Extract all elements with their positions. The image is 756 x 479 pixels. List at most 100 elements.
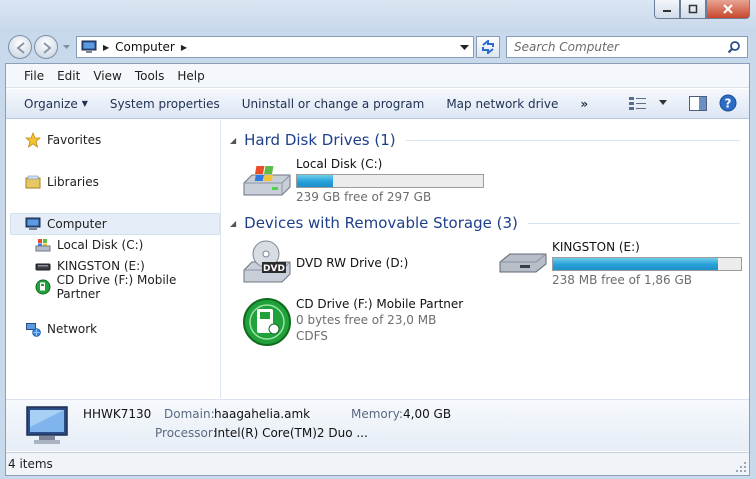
details-pane: HHWK7130 Domain: haagahelia.amk Memory: … [6, 399, 749, 451]
drive-c[interactable]: Local Disk (C:) 239 GB free of 297 GB [242, 157, 512, 205]
memory-value: 4,00 GB [403, 407, 452, 421]
dvd-drive-icon: DVD [243, 240, 291, 283]
computer-icon [81, 40, 97, 53]
more-commands-label: » [580, 96, 589, 111]
refresh-icon [482, 40, 494, 54]
nav-item-network[interactable]: Network [24, 319, 97, 339]
svg-text:DVD: DVD [263, 264, 285, 274]
navigation-pane: Favorites Libraries Computer Local Disk … [6, 120, 221, 398]
menu-edit[interactable]: Edit [51, 69, 86, 83]
libraries-icon [24, 174, 42, 190]
drive-e[interactable]: KINGSTON (E:) 238 MB free of 1,86 GB [498, 240, 748, 288]
group-header-hard-disks[interactable]: ◢ Hard Disk Drives (1) [230, 130, 740, 150]
network-icon [24, 321, 42, 337]
item-count: 4 items [8, 457, 53, 471]
nav-item-local-disk[interactable]: Local Disk (C:) [34, 235, 143, 255]
mobile-partner-icon [243, 298, 291, 346]
drive-d-name: DVD RW Drive (D:) [296, 256, 409, 270]
collapse-triangle-icon[interactable]: ◢ [230, 219, 236, 228]
view-options-dropdown-icon[interactable] [659, 100, 667, 106]
change-view-icon[interactable] [629, 96, 647, 110]
nav-label-libraries: Libraries [47, 175, 99, 189]
drive-c-usage-bar [296, 174, 484, 188]
group-header-removable[interactable]: ◢ Devices with Removable Storage (3) [230, 213, 740, 233]
window-controls [654, 0, 750, 20]
breadcrumb-computer[interactable]: Computer [115, 40, 175, 54]
nav-item-cd-drive[interactable]: CD Drive (F:) Mobile Partner [34, 273, 220, 301]
address-row: ▶ Computer ▶ [0, 32, 756, 62]
group-divider [405, 139, 740, 141]
forward-button[interactable] [34, 35, 58, 59]
nav-item-computer[interactable]: Computer [24, 214, 107, 234]
usb-drive-icon [34, 258, 52, 274]
menu-help[interactable]: Help [171, 69, 210, 83]
drive-e-usage-fill [553, 258, 718, 270]
svg-text:?: ? [725, 97, 732, 111]
processor-value: Intel(R) Core(TM)2 Duo ... [214, 426, 368, 440]
menu-view[interactable]: View [87, 69, 127, 83]
collapse-triangle-icon[interactable]: ◢ [230, 136, 236, 145]
nav-label-local-disk: Local Disk (C:) [57, 238, 144, 252]
help-icon[interactable]: ? [719, 94, 737, 112]
chevron-down-icon: ▼ [81, 99, 88, 108]
drive-f-name: CD Drive (F:) Mobile Partner [296, 297, 464, 311]
group-title-removable: Devices with Removable Storage (3) [244, 214, 518, 232]
system-properties-label: System properties [109, 96, 220, 111]
drive-e-free-space: 238 MB free of 1,86 GB [552, 273, 693, 287]
breadcrumb-separator-icon[interactable]: ▶ [103, 43, 109, 52]
more-commands-button[interactable]: » [569, 97, 599, 111]
command-bar: Organize ▼ System properties Uninstall o… [6, 89, 749, 119]
address-bar[interactable]: ▶ Computer ▶ [76, 36, 474, 58]
drive-e-usage-bar [552, 257, 742, 271]
domain-label: Domain: [164, 407, 215, 421]
minimize-button[interactable] [654, 0, 680, 19]
drive-d[interactable]: DVD DVD RW Drive (D:) [242, 240, 472, 288]
nav-item-libraries[interactable]: Libraries [24, 172, 99, 192]
drive-f[interactable]: CD Drive (F:) Mobile Partner 0 bytes fre… [242, 297, 482, 353]
menu-bar: File Edit View Tools Help [6, 64, 749, 88]
organize-label: Organize [24, 96, 78, 111]
mobile-partner-icon [34, 279, 52, 295]
breadcrumb-separator-icon[interactable]: ▶ [181, 43, 187, 52]
address-dropdown-icon[interactable] [460, 44, 469, 51]
uninstall-program-button[interactable]: Uninstall or change a program [231, 97, 436, 111]
search-icon[interactable] [727, 40, 741, 54]
maximize-button[interactable] [680, 0, 706, 19]
nav-label-computer: Computer [47, 217, 107, 231]
status-bar: 4 items [6, 452, 749, 475]
preview-pane-icon[interactable] [689, 95, 707, 111]
search-box[interactable] [506, 36, 748, 58]
refresh-button[interactable] [476, 36, 500, 58]
domain-value: haagahelia.amk [214, 407, 311, 421]
close-icon [723, 4, 733, 14]
organize-button[interactable]: Organize ▼ [6, 97, 99, 111]
map-network-drive-label: Map network drive [446, 96, 559, 111]
computer-name: HHWK7130 [83, 407, 152, 421]
maximize-icon [688, 4, 698, 14]
drive-c-name: Local Disk (C:) [296, 157, 383, 171]
memory-label: Memory: [351, 407, 403, 421]
nav-label-cd-drive: CD Drive (F:) Mobile Partner [56, 273, 177, 301]
explorer-window: File Edit View Tools Help Organize ▼ Sys… [5, 63, 750, 476]
hard-disk-icon [243, 166, 291, 196]
usb-drive-icon [499, 253, 547, 273]
minimize-icon [663, 10, 671, 12]
drive-c-usage-fill [297, 175, 334, 187]
search-input[interactable] [507, 37, 717, 57]
nav-item-favorites[interactable]: Favorites [24, 130, 101, 150]
drive-f-free-space: 0 bytes free of 23,0 MB [296, 313, 437, 327]
drive-e-name: KINGSTON (E:) [552, 240, 640, 254]
forward-arrow-icon [43, 42, 52, 54]
uninstall-program-label: Uninstall or change a program [241, 96, 425, 111]
close-button[interactable] [706, 0, 750, 19]
group-title-hard-disks: Hard Disk Drives (1) [244, 131, 396, 149]
map-network-drive-button[interactable]: Map network drive [435, 97, 569, 111]
system-properties-button[interactable]: System properties [99, 97, 231, 111]
menu-file[interactable]: File [18, 69, 50, 83]
menu-tools[interactable]: Tools [129, 69, 171, 83]
resize-grip-icon[interactable] [735, 461, 747, 473]
recent-pages-dropdown-icon[interactable] [62, 42, 71, 51]
nav-label-favorites: Favorites [47, 133, 102, 147]
computer-icon [26, 406, 68, 444]
back-button[interactable] [8, 35, 32, 59]
